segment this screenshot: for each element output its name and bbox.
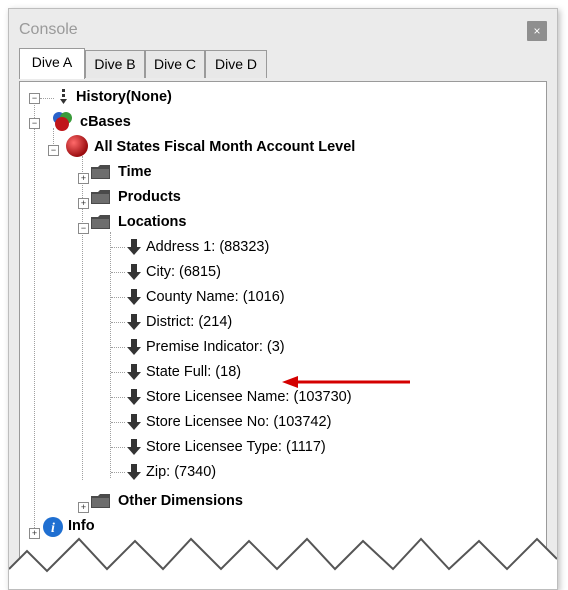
console-title: Console [19, 21, 78, 38]
down-arrow-icon [127, 289, 141, 305]
dimension-time[interactable]: Time [118, 161, 152, 183]
down-arrow-icon [127, 389, 141, 405]
folder-icon [91, 165, 110, 179]
torn-edge [9, 537, 557, 589]
expand-icon[interactable]: + [78, 502, 89, 513]
collapse-icon[interactable]: − [29, 93, 40, 104]
location-item[interactable]: County Name: (1016) [146, 286, 285, 308]
cbases-icon [53, 112, 72, 131]
tree-connector [111, 322, 125, 323]
location-item[interactable]: District: (214) [146, 311, 232, 333]
tree-connector [111, 297, 125, 298]
tab-dive-b[interactable]: Dive B [85, 50, 145, 78]
history-icon [60, 89, 67, 104]
tree-connector [111, 247, 125, 248]
cube-sphere-icon [66, 135, 88, 157]
collapse-icon[interactable]: − [78, 223, 89, 234]
tree-connector [111, 397, 125, 398]
dimension-products[interactable]: Products [118, 186, 181, 208]
tree-connector [111, 372, 125, 373]
location-item[interactable]: Store Licensee Name: (103730) [146, 386, 352, 408]
location-item[interactable]: Store Licensee No: (103742) [146, 411, 331, 433]
dimension-other[interactable]: Other Dimensions [118, 490, 243, 512]
down-arrow-icon [127, 464, 141, 480]
console-panel: Console × Dive A Dive B Dive C Dive D − … [8, 8, 558, 590]
location-item[interactable]: Store Licensee Type: (1117) [146, 436, 326, 458]
tab-dive-d[interactable]: Dive D [205, 50, 267, 78]
down-arrow-icon [127, 364, 141, 380]
location-item[interactable]: Address 1: (88323) [146, 236, 269, 258]
tree-connector [111, 447, 125, 448]
tree-connector [111, 272, 125, 273]
tree-connector [111, 422, 125, 423]
location-item[interactable]: Premise Indicator: (3) [146, 336, 285, 358]
down-arrow-icon [127, 264, 141, 280]
folder-icon [91, 190, 110, 204]
down-arrow-icon [127, 414, 141, 430]
console-tree: − History(None) − cBases − All States Fi… [19, 81, 547, 583]
tree-connector [40, 98, 54, 99]
close-button[interactable]: × [527, 21, 547, 41]
tree-connector [111, 472, 125, 473]
cbase-node[interactable]: All States Fiscal Month Account Level [94, 136, 355, 158]
collapse-icon[interactable]: − [48, 145, 59, 156]
expand-icon[interactable]: + [78, 173, 89, 184]
expand-icon[interactable]: + [78, 198, 89, 209]
tab-dive-c[interactable]: Dive C [145, 50, 205, 78]
down-arrow-icon [127, 339, 141, 355]
tree-connector [111, 347, 125, 348]
dimension-locations[interactable]: Locations [118, 211, 186, 233]
history-node[interactable]: History(None) [76, 86, 172, 108]
down-arrow-icon [127, 439, 141, 455]
cbases-node[interactable]: cBases [80, 111, 131, 133]
collapse-icon[interactable]: − [29, 118, 40, 129]
folder-icon [91, 494, 110, 508]
annotation-arrow [282, 376, 410, 388]
down-arrow-icon [127, 314, 141, 330]
tab-dive-a[interactable]: Dive A [19, 48, 85, 79]
down-arrow-icon [127, 239, 141, 255]
tree-connector [110, 232, 111, 478]
location-item[interactable]: Zip: (7340) [146, 461, 216, 483]
location-item[interactable]: State Full: (18) [146, 361, 241, 383]
console-titlebar: Console × [9, 9, 557, 43]
location-item[interactable]: City: (6815) [146, 261, 221, 283]
folder-icon [91, 215, 110, 229]
tree-connector [34, 96, 35, 536]
